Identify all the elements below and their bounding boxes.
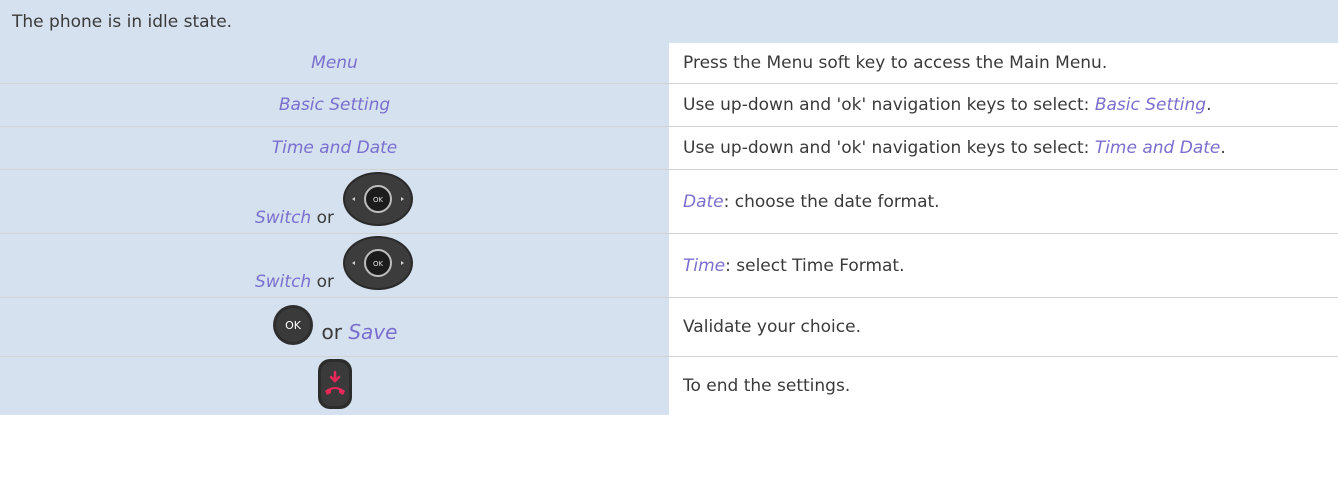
desc-text: Use up-down and 'ok' navigation keys to … xyxy=(683,138,1095,158)
desc-italic: Time xyxy=(683,255,726,276)
table-row: Basic Setting Use up-down and 'ok' navig… xyxy=(0,83,1338,127)
key-cell: Time and Date xyxy=(0,126,669,170)
desc-suffix: . xyxy=(1220,138,1226,158)
basic-setting-label: Basic Setting xyxy=(278,95,391,115)
description-cell: Date: choose the date format. xyxy=(669,169,1338,234)
navigation-pad-icon: OK xyxy=(342,171,414,232)
table-row: Switch or OK Time: select Time Format. xyxy=(0,233,1338,298)
key-cell: Basic Setting xyxy=(0,83,669,127)
table-row: To end the settings. xyxy=(0,356,1338,415)
description-cell: Validate your choice. xyxy=(669,297,1338,357)
table-row: OK or Save Validate your choice. xyxy=(0,297,1338,357)
desc-suffix: : select Time Format. xyxy=(725,255,905,276)
ok-key-icon: OK xyxy=(272,304,314,351)
instruction-table: The phone is in idle state. Menu Press t… xyxy=(0,0,1338,415)
save-label: Save xyxy=(348,320,398,344)
key-cell: Menu xyxy=(0,43,669,84)
description-cell: Press the Menu soft key to access the Ma… xyxy=(669,43,1338,84)
desc-text: Use up-down and 'ok' navigation keys to … xyxy=(683,95,1095,115)
desc-suffix: : choose the date format. xyxy=(723,191,940,212)
desc-italic: Basic Setting xyxy=(1094,95,1207,115)
description-cell: Use up-down and 'ok' navigation keys to … xyxy=(669,126,1338,170)
or-label: or xyxy=(321,320,342,344)
or-label: or xyxy=(316,208,334,228)
desc-italic: Time and Date xyxy=(1094,138,1221,158)
desc-suffix: . xyxy=(1206,95,1212,115)
table-row: Menu Press the Menu soft key to access t… xyxy=(0,43,1338,84)
description-cell: To end the settings. xyxy=(669,356,1338,415)
header-text: The phone is in idle state. xyxy=(0,0,1338,43)
key-cell: Switch or OK xyxy=(0,233,669,298)
description-cell: Time: select Time Format. xyxy=(669,233,1338,298)
switch-label: Switch xyxy=(254,272,312,292)
svg-text:OK: OK xyxy=(285,319,302,332)
key-cell: OK or Save xyxy=(0,297,669,357)
hang-up-key-icon xyxy=(317,358,353,410)
desc-italic: Date xyxy=(683,191,724,212)
menu-softkey-label: Menu xyxy=(311,53,358,73)
navigation-pad-icon: OK xyxy=(342,235,414,296)
key-cell: Switch or OK xyxy=(0,169,669,234)
table-row: Switch or OK Date: choose the date forma… xyxy=(0,169,1338,234)
key-cell xyxy=(0,356,669,415)
table-header-row: The phone is in idle state. xyxy=(0,0,1338,43)
svg-text:OK: OK xyxy=(373,196,384,204)
svg-text:OK: OK xyxy=(373,260,384,268)
or-label: or xyxy=(316,272,334,292)
time-and-date-label: Time and Date xyxy=(271,138,398,158)
table-row: Time and Date Use up-down and 'ok' navig… xyxy=(0,126,1338,170)
description-cell: Use up-down and 'ok' navigation keys to … xyxy=(669,83,1338,127)
switch-label: Switch xyxy=(254,208,312,228)
